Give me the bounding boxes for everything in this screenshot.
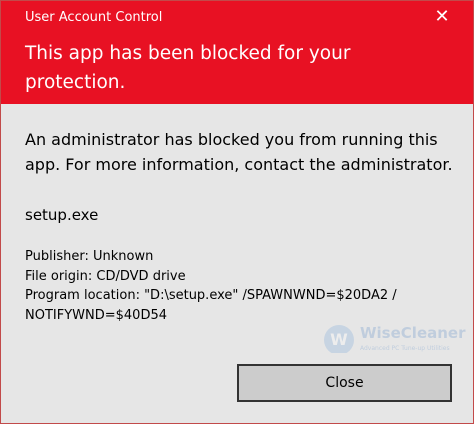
wisecleaner-logo-icon: W (324, 325, 354, 355)
program-details: Publisher: Unknown File origin: CD/DVD d… (25, 247, 455, 325)
program-location-line-2: NOTIFYWND=$40D54 (25, 307, 167, 323)
dialog-content: An administrator has blocked you from ru… (25, 127, 455, 325)
watermark-tagline: Advanced PC Tune-up Utilities (360, 345, 450, 352)
program-name: setup.exe (25, 206, 99, 224)
program-location-line-1: Program location: "D:\setup.exe" /SPAWNW… (25, 288, 397, 303)
uac-dialog: User Account Control ✕ This app has been… (0, 0, 474, 424)
watermark-name: WiseCleaner (360, 324, 466, 342)
close-icon[interactable]: ✕ (431, 6, 453, 28)
publisher-line: Publisher: Unknown (25, 249, 154, 264)
dialog-header: User Account Control ✕ This app has been… (1, 1, 473, 104)
close-button[interactable]: Close (237, 364, 452, 402)
window-title: User Account Control (25, 10, 163, 25)
blocked-headline: This app has been blocked for your prote… (25, 43, 351, 93)
file-origin-line: File origin: CD/DVD drive (25, 268, 186, 284)
admin-message: An administrator has blocked you from ru… (25, 130, 453, 174)
dialog-footer: Close (1, 353, 473, 423)
